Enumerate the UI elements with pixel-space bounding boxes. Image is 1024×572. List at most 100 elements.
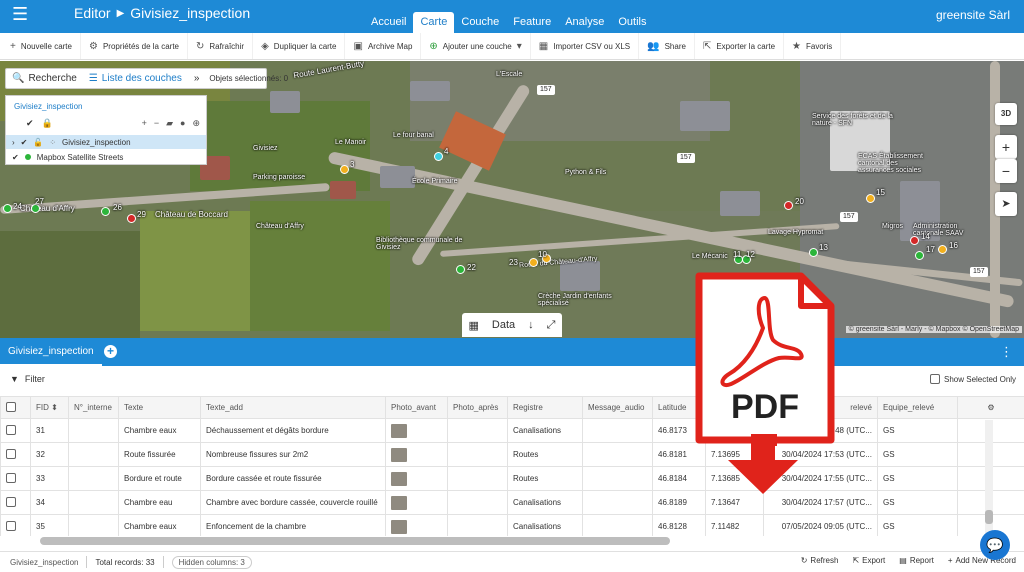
map-marker[interactable]: [809, 248, 818, 257]
cell-fid[interactable]: 33: [30, 466, 69, 491]
scrollbar-thumb[interactable]: [985, 510, 993, 524]
folder-icon[interactable]: ▰: [166, 118, 173, 129]
cell-latitude[interactable]: 46.8181: [652, 442, 706, 467]
show-selected-toggle[interactable]: Show Selected Only: [930, 374, 1016, 384]
cell-texte-add[interactable]: Nombreuse fissures sur 2m2: [200, 442, 386, 467]
map-marker[interactable]: [127, 214, 136, 223]
table-row[interactable]: 31 Chambre eaux Déchaussement et dégâts bo…: [0, 418, 1024, 443]
map-marker[interactable]: [938, 245, 947, 254]
tab-accueil[interactable]: Accueil: [364, 12, 413, 33]
cell-n-interne[interactable]: [68, 514, 119, 536]
cell-latitude[interactable]: 46.8128: [652, 514, 706, 536]
cell-registre[interactable]: Routes: [507, 466, 583, 491]
checkbox[interactable]: [930, 374, 940, 384]
select-all-cell[interactable]: [0, 396, 31, 419]
map-marker[interactable]: [340, 165, 349, 174]
cell-n-interne[interactable]: [68, 418, 119, 443]
photo-thumbnail[interactable]: [391, 495, 407, 510]
cell-latitude[interactable]: 46.8184: [652, 466, 706, 491]
add-layer-button[interactable]: ⊕ Ajouter une couche ▾: [421, 33, 531, 59]
checkbox[interactable]: [6, 401, 16, 412]
cell-fid[interactable]: 32: [30, 442, 69, 467]
user-name[interactable]: greensite Sàrl: [936, 8, 1010, 22]
photo-thumbnail[interactable]: [391, 471, 407, 486]
expand-panel-button[interactable]: »: [188, 69, 206, 88]
col-header-registre[interactable]: Registre: [507, 396, 583, 419]
tab-outils[interactable]: Outils: [611, 12, 653, 33]
table-row[interactable]: 34 Chambre eau Chambre avec bordure cassée…: [0, 490, 1024, 515]
tab-analyse[interactable]: Analyse: [558, 12, 611, 33]
remove-icon[interactable]: −: [154, 118, 159, 129]
checkbox[interactable]: [6, 520, 16, 531]
cell-equipe[interactable]: GS: [877, 490, 958, 515]
hidden-columns-badge[interactable]: Hidden columns: 3: [171, 555, 252, 569]
data-panel-toggle[interactable]: ▦ Data ↓ ⤢: [462, 313, 562, 337]
row-select-cell[interactable]: [0, 442, 31, 467]
cell-equipe[interactable]: GS: [877, 442, 958, 467]
new-map-button[interactable]: + Nouvelle carte: [2, 33, 81, 59]
cell-texte-add[interactable]: Déchaussement et dégâts bordure: [200, 418, 386, 443]
map-marker[interactable]: [529, 258, 538, 267]
photo-thumbnail[interactable]: [391, 519, 407, 534]
cell-photo-avant[interactable]: [385, 418, 448, 443]
add-tab-icon[interactable]: +: [104, 345, 117, 358]
row-select-cell[interactable]: [0, 514, 31, 536]
map-properties-button[interactable]: ⚙ Propriétés de la carte: [81, 33, 188, 59]
favorites-button[interactable]: ★ Favoris: [784, 33, 842, 59]
archive-map-button[interactable]: ▣ Archive Map: [345, 33, 422, 59]
vertical-scrollbar[interactable]: [985, 420, 993, 535]
cell-photo-apres[interactable]: [447, 442, 508, 467]
checkbox[interactable]: [6, 472, 16, 483]
search-tab[interactable]: 🔍 Recherche: [6, 69, 83, 88]
export-button[interactable]: ⇱ Export: [852, 556, 885, 565]
cell-equipe[interactable]: GS: [877, 466, 958, 491]
add-record-button[interactable]: + Add New Record: [948, 556, 1016, 565]
cell-texte[interactable]: Chambre eaux: [118, 418, 201, 443]
map-marker[interactable]: [784, 201, 793, 210]
import-csv-button[interactable]: ▦ Importer CSV ou XLS: [531, 33, 640, 59]
photo-thumbnail[interactable]: [391, 423, 407, 438]
more-vertical-icon[interactable]: ⋮: [1000, 344, 1013, 360]
cell-photo-apres[interactable]: [447, 514, 508, 536]
cell-texte[interactable]: Chambre eau: [118, 490, 201, 515]
report-button[interactable]: ▤ Report: [899, 556, 934, 565]
cell-registre[interactable]: Canalisations: [507, 490, 583, 515]
col-header-photo-apres[interactable]: Photo_après: [447, 396, 508, 419]
user-icon[interactable]: ●: [180, 118, 185, 129]
cell-n-interne[interactable]: [68, 490, 119, 515]
row-select-cell[interactable]: [0, 466, 31, 491]
cell-message-audio[interactable]: [582, 514, 653, 536]
locate-icon[interactable]: ➤: [995, 192, 1017, 216]
cell-equipe[interactable]: GS: [877, 514, 958, 536]
cell-n-interne[interactable]: [68, 442, 119, 467]
duplicate-map-button[interactable]: ◈ Dupliquer la carte: [253, 33, 346, 59]
column-settings-icon[interactable]: ⚙: [957, 396, 1024, 419]
cell-photo-apres[interactable]: [447, 490, 508, 515]
cell-texte-add[interactable]: Enfoncement de la chambre: [200, 514, 386, 536]
checkbox[interactable]: [6, 424, 16, 435]
add-icon[interactable]: +: [142, 118, 147, 129]
hamburger-menu-icon[interactable]: ☰: [12, 5, 28, 23]
refresh-table-button[interactable]: ↻ Refresh: [801, 556, 839, 565]
map-marker[interactable]: [866, 194, 875, 203]
cell-message-audio[interactable]: [582, 442, 653, 467]
cell-photo-avant[interactable]: [385, 514, 448, 536]
lock-icon[interactable]: 🔒: [42, 118, 53, 129]
row-select-cell[interactable]: [0, 490, 31, 515]
horizontal-scrollbar[interactable]: [40, 537, 670, 545]
cell-texte[interactable]: Chambre eaux: [118, 514, 201, 536]
cell-registre[interactable]: Canalisations: [507, 514, 583, 536]
zoom-icon[interactable]: ⊕: [192, 118, 200, 129]
col-header-n-interne[interactable]: N°_interne: [68, 396, 119, 419]
map-marker[interactable]: [910, 236, 919, 245]
cell-texte-add[interactable]: Chambre avec bordure cassée, couvercle r…: [200, 490, 386, 515]
cell-photo-avant[interactable]: [385, 442, 448, 467]
photo-thumbnail[interactable]: [391, 447, 407, 462]
map-marker[interactable]: [915, 251, 924, 260]
cell-fid[interactable]: 31: [30, 418, 69, 443]
tab-feature[interactable]: Feature: [506, 12, 558, 33]
col-header-message-audio[interactable]: Message_audio: [582, 396, 653, 419]
filter-button[interactable]: ▼ Filter: [10, 374, 45, 384]
breadcrumb-app[interactable]: Editor: [74, 5, 111, 21]
visibility-check-icon[interactable]: ✔: [12, 153, 19, 162]
